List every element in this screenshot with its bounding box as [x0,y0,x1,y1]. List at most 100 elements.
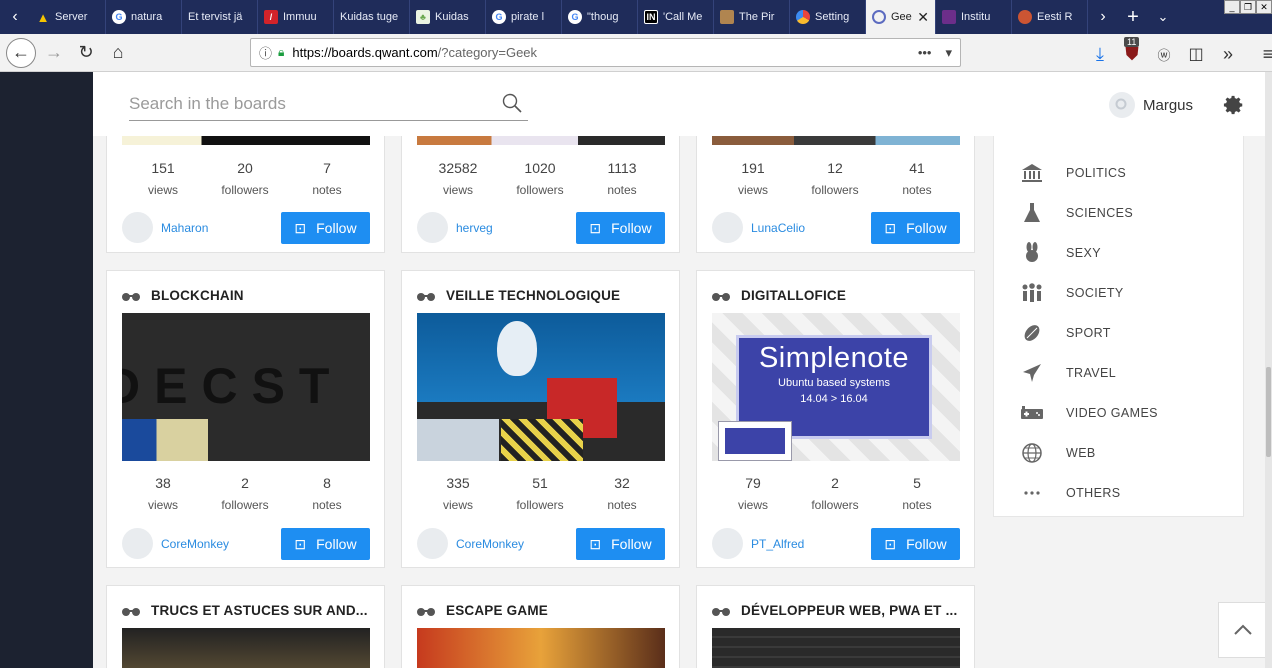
follow-button[interactable]: ⊡ Follow [871,528,960,560]
category-sexy[interactable]: SEXY [1020,241,1101,265]
tab-strip: ‹ ▲ Server Gnatura Et tervist jä / Immuu K… [0,0,1272,34]
board-stats: 79 views 2 followers 5 notes [737,475,932,512]
board-owner-link[interactable]: herveg [417,212,493,243]
board-stats: 32582 views 1020 followers 1113 notes [438,160,637,197]
bunny-icon [1026,242,1038,262]
search-icon[interactable] [502,93,522,113]
scrollbar-thumb[interactable] [1266,367,1271,457]
follow-button[interactable]: ⊡ Follow [281,212,370,244]
board-card-developpeur[interactable]: DÉVELOPPEUR WEB, PWA ET ... [696,585,975,668]
back-icon[interactable]: ← [6,37,36,68]
url-host: https://boards.qwant.com [292,45,438,60]
glasses-icon [122,292,140,301]
board-thumbnail [417,313,665,461]
category-sciences[interactable]: SCIENCES [1020,201,1133,225]
tab-2[interactable]: Et tervist jä [182,0,258,34]
search-box [129,87,528,121]
page-scrollbar[interactable] [1265,72,1272,668]
tab-7[interactable]: G "thoug [562,0,638,34]
follow-button[interactable]: ⊡ Follow [576,212,665,244]
purple-icon [942,10,956,24]
category-society[interactable]: SOCIETY [1020,281,1124,305]
follow-icon: ⊡ [294,535,307,552]
tab-8[interactable]: IN 'Call Me [638,0,714,34]
restore-icon[interactable]: ❐ [1240,0,1256,14]
board-owner-link[interactable]: Maharon [122,212,208,243]
thumbnail-version: 14.04 > 16.04 [800,393,868,405]
category-others[interactable]: OTHERS [1020,481,1121,505]
board-thumbnail: Simplenote Ubuntu based systems 14.04 > … [712,313,960,461]
google-icon: G [568,10,582,24]
lock-icon: 🔒︎ [278,45,285,59]
follow-button[interactable]: ⊡ Follow [576,528,665,560]
page-actions-icon[interactable]: ••• [918,45,932,61]
board-owner-link[interactable]: LunaCelio [712,212,805,243]
window-controls: _ ❐ ✕ [1224,0,1272,14]
tab-list-icon[interactable]: ⌄ [1148,0,1178,34]
new-tab-icon[interactable]: + [1118,0,1148,34]
close-tab-icon[interactable]: ✕ [917,9,929,26]
tab-0[interactable]: ▲ Server [30,0,106,34]
category-video-games[interactable]: VIDEO GAMES [1020,401,1158,425]
extension-badge: 11 [1124,37,1140,47]
tab-11-active[interactable]: Gee ✕ [866,0,936,34]
board-title: ESCAPE GAME [446,603,548,618]
glasses-icon [712,607,730,616]
tab-1[interactable]: Gnatura [106,0,182,34]
close-window-icon[interactable]: ✕ [1256,0,1272,14]
address-bar[interactable]: ⓘ 🔒︎ https://boards.qwant.com/?category=… [250,38,961,67]
board-stats: 151 views 20 followers 7 notes [147,160,342,197]
info-icon[interactable]: ⓘ [259,43,272,62]
search-input[interactable] [129,88,489,119]
board-card-blockchain[interactable]: BLOCKCHAIN DECST 38 views 2 followers 8 not… [106,270,385,568]
extension-w-icon[interactable]: ⓦ [1148,38,1180,70]
user-menu[interactable]: Margus [1109,92,1193,118]
gamepad-icon [1021,406,1043,419]
tab-13[interactable]: Eesti R [1012,0,1088,34]
site-header: Margus [93,72,1265,136]
category-travel[interactable]: TRAVEL [1020,361,1116,385]
tab-3[interactable]: / Immuu [258,0,334,34]
overflow-icon[interactable]: » [1212,38,1244,70]
avatar [122,528,153,559]
board-card-digitallofice[interactable]: DIGITALLOFICE Simplenote Ubuntu based sy… [696,270,975,568]
tabs-scroll-right-icon[interactable]: › [1088,0,1118,34]
board-card-escape[interactable]: ESCAPE GAME [401,585,680,668]
sidebar-icon[interactable]: ◫ [1180,38,1212,70]
reload-icon[interactable]: ↻ [70,37,102,69]
board-owner-link[interactable]: PT_Alfred [712,528,804,559]
board-title: BLOCKCHAIN [151,288,244,303]
tab-4[interactable]: Kuidas tuge [334,0,410,34]
board-thumbnail: DECST [122,313,370,461]
avatar [122,212,153,243]
follow-button[interactable]: ⊡ Follow [871,212,960,244]
pocket-icon[interactable]: ▾ [945,45,952,61]
board-title: VEILLE TECHNOLOGIQUE [446,288,621,303]
board-owner-link[interactable]: CoreMonkey [417,528,524,559]
category-sport[interactable]: SPORT [1020,321,1111,345]
board-card-veille[interactable]: VEILLE TECHNOLOGIQUE 335 views 51 follower… [401,270,680,568]
thumbnail-subtitle: Ubuntu based systems [778,377,890,389]
tab-12[interactable]: Institu [936,0,1012,34]
plant-icon: ♣ [416,10,430,24]
forward-icon[interactable]: → [38,37,70,69]
menu-icon[interactable]: ≡ [1252,38,1272,70]
gear-icon[interactable] [1223,94,1245,116]
tab-5[interactable]: ♣ Kuidas [410,0,486,34]
tab-9[interactable]: The Pir [714,0,790,34]
scroll-to-top-button[interactable] [1218,602,1265,658]
minimize-icon[interactable]: _ [1224,0,1240,14]
board-owner-link[interactable]: CoreMonkey [122,528,229,559]
tab-6[interactable]: Gpirate l [486,0,562,34]
portrait-icon [720,10,734,24]
board-card-trucs[interactable]: TRUCS ET ASTUCES SUR AND... [106,585,385,668]
home-icon[interactable]: ⌂ [102,37,134,69]
tabs-scroll-left-icon[interactable]: ‹ [0,0,30,34]
follow-button[interactable]: ⊡ Follow [281,528,370,560]
category-politics[interactable]: POLITICS [1020,161,1126,185]
glasses-icon [417,607,435,616]
category-web[interactable]: WEB [1020,441,1096,465]
download-icon[interactable]: ⤓ [1084,38,1116,70]
tab-10[interactable]: Setting [790,0,866,34]
board-title: TRUCS ET ASTUCES SUR AND... [151,603,368,618]
